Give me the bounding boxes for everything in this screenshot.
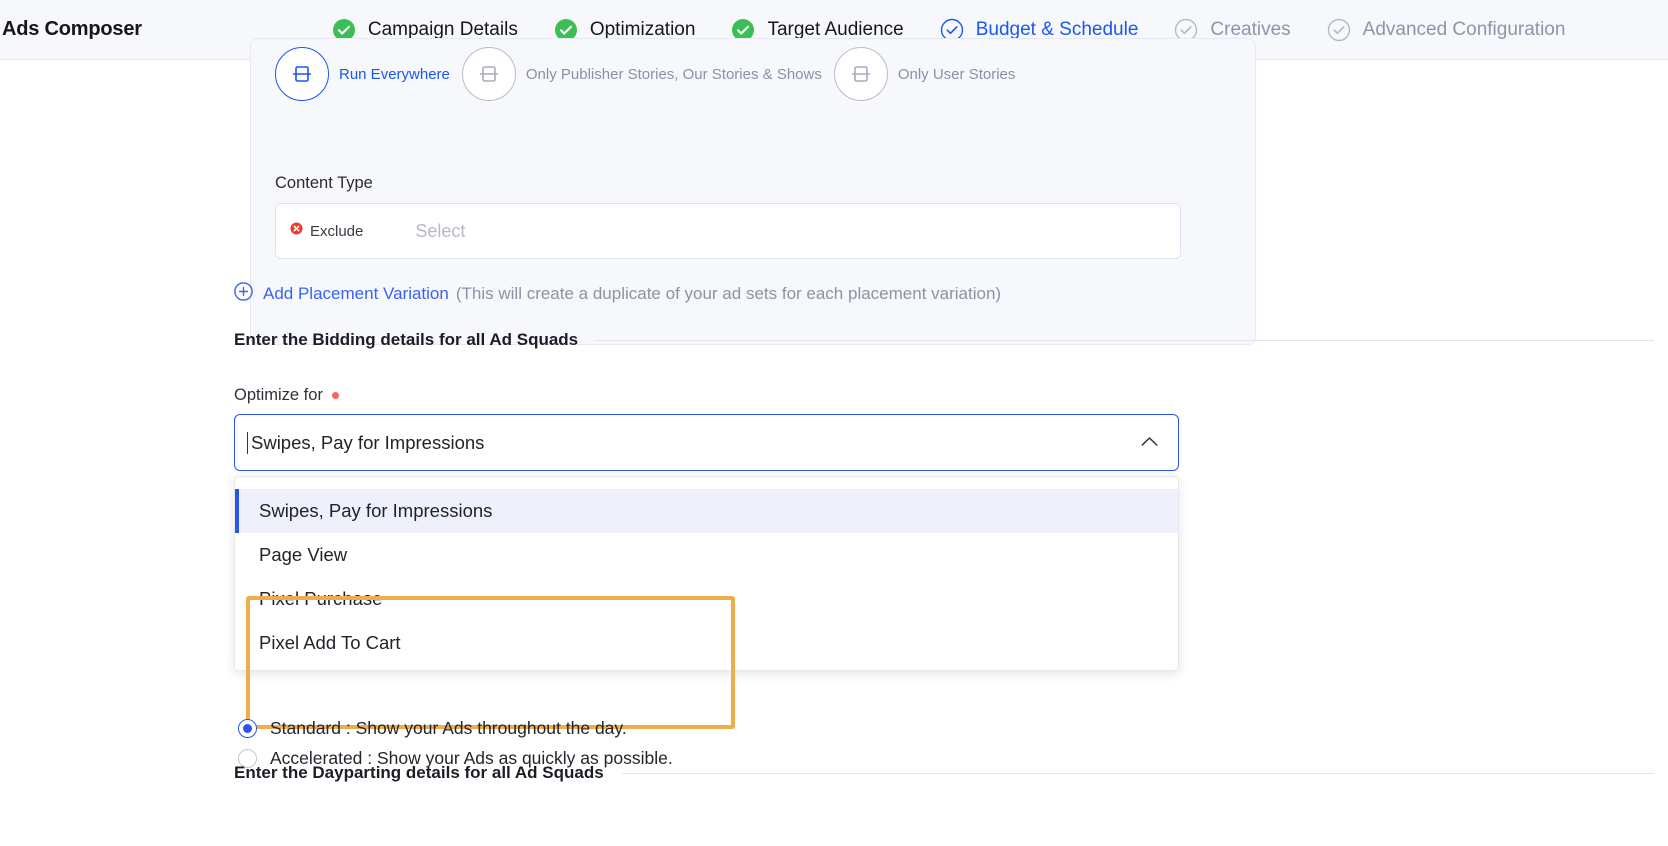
check-circle-outline-icon: [1327, 18, 1351, 42]
optimize-for-label: Optimize for: [234, 386, 339, 405]
page-content: Run Everywhere Only Publisher Stories, O…: [0, 38, 1668, 846]
optimize-for-dropdown[interactable]: Swipes, Pay for Impressions Page View Pi…: [234, 476, 1179, 671]
dropdown-option-pixel-purchase[interactable]: Pixel Purchase: [235, 577, 1178, 621]
add-placement-variation-row: Add Placement Variation (This will creat…: [234, 282, 1001, 306]
content-type-select[interactable]: Exclude Select: [275, 203, 1181, 259]
required-indicator: [331, 392, 339, 399]
app-title: Ads Composer: [2, 18, 142, 40]
placement-option-label: Only User Stories: [897, 65, 1016, 83]
exclude-label: Exclude: [310, 222, 364, 240]
plus-circle-icon[interactable]: [234, 282, 253, 306]
content-type-label: Content Type: [275, 174, 373, 192]
dayparting-section-heading: Enter the Dayparting details for all Ad …: [234, 763, 1654, 783]
add-placement-variation-hint: (This will create a duplicate of your ad…: [455, 284, 1002, 303]
radio-label: Standard : Show your Ads throughout the …: [270, 718, 627, 738]
optimize-for-label-text: Optimize for: [234, 386, 323, 404]
dropdown-option-swipes-pay-for-impressions[interactable]: Swipes, Pay for Impressions: [235, 489, 1178, 533]
placement-option-run-everywhere[interactable]: Run Everywhere: [275, 47, 450, 101]
placement-option-label: Run Everywhere: [339, 65, 450, 83]
content-type-placeholder: Select: [415, 220, 466, 241]
dropdown-option-pixel-add-to-cart[interactable]: Pixel Add To Cart: [235, 621, 1178, 665]
section-title: Enter the Bidding details for all Ad Squ…: [234, 330, 579, 349]
chevron-up-icon[interactable]: [1141, 434, 1158, 452]
placement-option-label: Only Publisher Stories, Our Stories & Sh…: [525, 65, 822, 83]
phone-frame-icon: [461, 47, 516, 101]
placement-option-publisher-stories[interactable]: Only Publisher Stories, Our Stories & Sh…: [461, 47, 822, 101]
phone-frame-icon: [833, 47, 888, 101]
dropdown-option-page-view[interactable]: Page View: [235, 533, 1178, 577]
radio-standard-delivery[interactable]: Standard : Show your Ads throughout the …: [238, 718, 627, 739]
text-caret: [247, 431, 248, 454]
exclude-chip[interactable]: Exclude: [290, 222, 363, 240]
add-placement-variation-link[interactable]: Add Placement Variation: [263, 284, 449, 304]
optimize-for-value: Swipes, Pay for Impressions: [251, 431, 485, 453]
placement-option-user-stories[interactable]: Only User Stories: [833, 47, 1016, 101]
placement-options-group: Run Everywhere Only Publisher Stories, O…: [275, 47, 1015, 101]
section-title: Enter the Dayparting details for all Ad …: [234, 763, 604, 782]
dropdown-top-spacer: [235, 477, 1178, 489]
step-advanced-configuration[interactable]: Advanced Configuration: [1309, 0, 1584, 60]
bidding-section-heading: Enter the Bidding details for all Ad Squ…: [234, 330, 1654, 350]
optimize-for-select[interactable]: Swipes, Pay for Impressions: [234, 414, 1179, 471]
divider: [596, 339, 1654, 341]
divider: [621, 772, 1654, 774]
step-label: Advanced Configuration: [1362, 18, 1566, 40]
exclude-pin-icon: [290, 222, 303, 240]
radio-icon: [238, 719, 257, 738]
phone-frame-icon: [275, 47, 329, 101]
